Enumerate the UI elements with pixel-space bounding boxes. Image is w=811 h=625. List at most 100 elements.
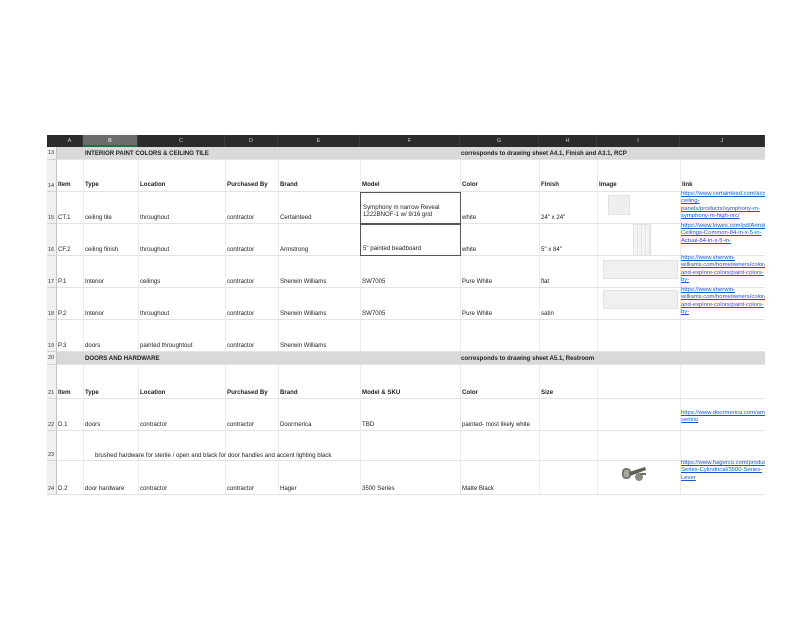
cell-item[interactable]: CT.1 (58, 214, 83, 221)
cell-item[interactable]: P.3 (58, 342, 83, 349)
section-note-doors: corresponds to drawing sheet A5.1, Restr… (461, 355, 595, 362)
cell-type[interactable]: doors (85, 421, 137, 428)
row-header-15[interactable]: 15 (47, 192, 57, 224)
row-header-14[interactable]: 14 (47, 160, 57, 192)
header-location: Location (140, 389, 166, 396)
row-header-22[interactable]: 22 (47, 399, 57, 431)
cell-type[interactable]: door hardware (85, 485, 137, 492)
header-brand: Brand (280, 389, 298, 396)
cell-purchased-by[interactable]: contractor (227, 342, 277, 349)
cell-location[interactable]: throughout (140, 310, 224, 317)
cell-model-selected[interactable]: Symphony m narrow Reveal 1222BNOF-1 w/ 9… (360, 192, 461, 224)
cell-finish[interactable]: 24" x 24" (541, 214, 596, 221)
header-location: Location (140, 181, 166, 188)
cell-finish[interactable]: flat (541, 278, 596, 285)
beadboard-image (633, 224, 651, 256)
cell-type[interactable]: Interior (85, 310, 137, 317)
row-header-18[interactable]: 18 (47, 288, 57, 320)
cell-link[interactable]: https://www.hagerco.com/products/Locks/3… (681, 460, 765, 495)
cell-purchased-by[interactable]: contractor (227, 214, 277, 221)
cell-location[interactable]: contractor (140, 485, 224, 492)
cell-location[interactable]: contractor (140, 421, 224, 428)
cell-location[interactable]: painted throughtout (140, 342, 224, 349)
header-color: Color (462, 389, 478, 396)
cell-link[interactable]: https://www.sherwin-williams.com/homeown… (681, 287, 765, 320)
cell-item[interactable]: CF.2 (58, 246, 83, 253)
cell-brand[interactable]: Certainteed (280, 214, 358, 221)
cell-link[interactable]: https://www.sherwin-williams.com/homeown… (681, 255, 765, 288)
cell-type[interactable]: Interior (85, 278, 137, 285)
cell-brand[interactable]: Doormerica (280, 421, 358, 428)
cell-model[interactable]: SW7005 (362, 278, 458, 285)
cell-item[interactable]: P.1 (58, 278, 83, 285)
cell-brand[interactable]: Sherwin Williams (280, 310, 358, 317)
cell-color[interactable]: Pure White (462, 310, 538, 317)
paint-swatch-image (603, 290, 678, 309)
cell-type[interactable]: ceiling tile (85, 214, 137, 221)
header-purchased-by: Purchased By (227, 389, 268, 396)
cell-type[interactable]: doors (85, 342, 137, 349)
cell-brand[interactable]: Hager (280, 485, 358, 492)
cell-brand[interactable]: Sherwin Williams (280, 278, 358, 285)
row-header-19[interactable]: 19 (47, 320, 57, 352)
row-header-21[interactable]: 21 (47, 365, 57, 399)
cell-finish[interactable]: 5" x 84" (541, 246, 596, 253)
cell-item[interactable]: P.2 (58, 310, 83, 317)
cell-brand[interactable]: Sherwin Williams (280, 342, 358, 349)
cell-item[interactable]: D.2 (58, 485, 83, 492)
col-header-h[interactable]: H (539, 135, 597, 147)
header-item: Item (58, 181, 71, 188)
cell-brand[interactable]: Armstrong (280, 246, 358, 253)
cell-color[interactable]: painted- most likely white (462, 421, 562, 428)
cell-model[interactable]: TBD (362, 421, 458, 428)
cell-link[interactable]: https://www.lowes.com/pd/Armstrong-Ceili… (681, 223, 765, 256)
row-header-16[interactable]: 16 (47, 224, 57, 256)
spreadsheet: A B C D E F G H I J 13 INTERIOR PAINT CO… (47, 135, 765, 495)
cell-location[interactable]: ceilings (140, 278, 224, 285)
section-note-paint: corresponds to drawing sheet A4.1, Finis… (461, 150, 627, 157)
header-type: Type (85, 389, 99, 396)
cell-purchased-by[interactable]: contractor (227, 246, 277, 253)
col-header-d[interactable]: D (225, 135, 278, 147)
col-header-a[interactable]: A (57, 135, 83, 147)
cell-color[interactable]: Pure White (462, 278, 538, 285)
header-image: Image (599, 181, 617, 188)
col-header-j[interactable]: J (680, 135, 765, 147)
cell-item[interactable]: D.1 (58, 421, 83, 428)
cell-color[interactable]: white (462, 214, 538, 221)
cell-hardware-note[interactable]: brushed hardware for sterile / open and … (95, 452, 415, 459)
cell-purchased-by[interactable]: contractor (227, 278, 277, 285)
cell-model[interactable]: SW7005 (362, 310, 458, 317)
cell-finish[interactable]: satin (541, 310, 596, 317)
cell-type[interactable]: ceiling finish (85, 246, 137, 253)
row-header-23[interactable]: 23 (47, 431, 57, 461)
header-finish: Finish (541, 181, 559, 188)
col-header-e[interactable]: E (278, 135, 360, 147)
cell-purchased-by[interactable]: contractor (227, 421, 277, 428)
cell-location[interactable]: throughout (140, 214, 224, 221)
cell-location[interactable]: throughout (140, 246, 224, 253)
col-header-c[interactable]: C (138, 135, 225, 147)
cell-purchased-by[interactable]: contractor (227, 485, 277, 492)
cell-color[interactable]: white (462, 246, 538, 253)
row-header-20[interactable]: 20 (47, 352, 57, 365)
row-header-17[interactable]: 17 (47, 256, 57, 288)
col-header-i[interactable]: I (597, 135, 680, 147)
cell-model[interactable]: 3500 Series (362, 485, 458, 492)
cell-purchased-by[interactable]: contractor (227, 310, 277, 317)
header-purchased-by: Purchased By (227, 181, 268, 188)
cell-model-selected[interactable]: 5" painted beadboard (360, 224, 461, 256)
col-header-g[interactable]: G (460, 135, 539, 147)
cell-color[interactable]: Matte Black (462, 485, 538, 492)
paint-swatch-image (603, 260, 678, 279)
select-all-corner[interactable] (47, 135, 57, 147)
cell-link[interactable]: https://www.doormerica.com/american-seri… (681, 410, 765, 430)
col-header-f[interactable]: F (360, 135, 460, 147)
row-header-13[interactable]: 13 (47, 147, 57, 160)
row-header-24[interactable]: 24 (47, 461, 57, 495)
cell-link[interactable]: https://www.certainteed.com/acoustical-c… (681, 191, 765, 224)
header-type: Type (85, 181, 99, 188)
header-model: Model (362, 181, 380, 188)
col-header-b[interactable]: B (83, 135, 138, 147)
section-title-paint: INTERIOR PAINT COLORS & CEILING TILE (85, 150, 209, 157)
